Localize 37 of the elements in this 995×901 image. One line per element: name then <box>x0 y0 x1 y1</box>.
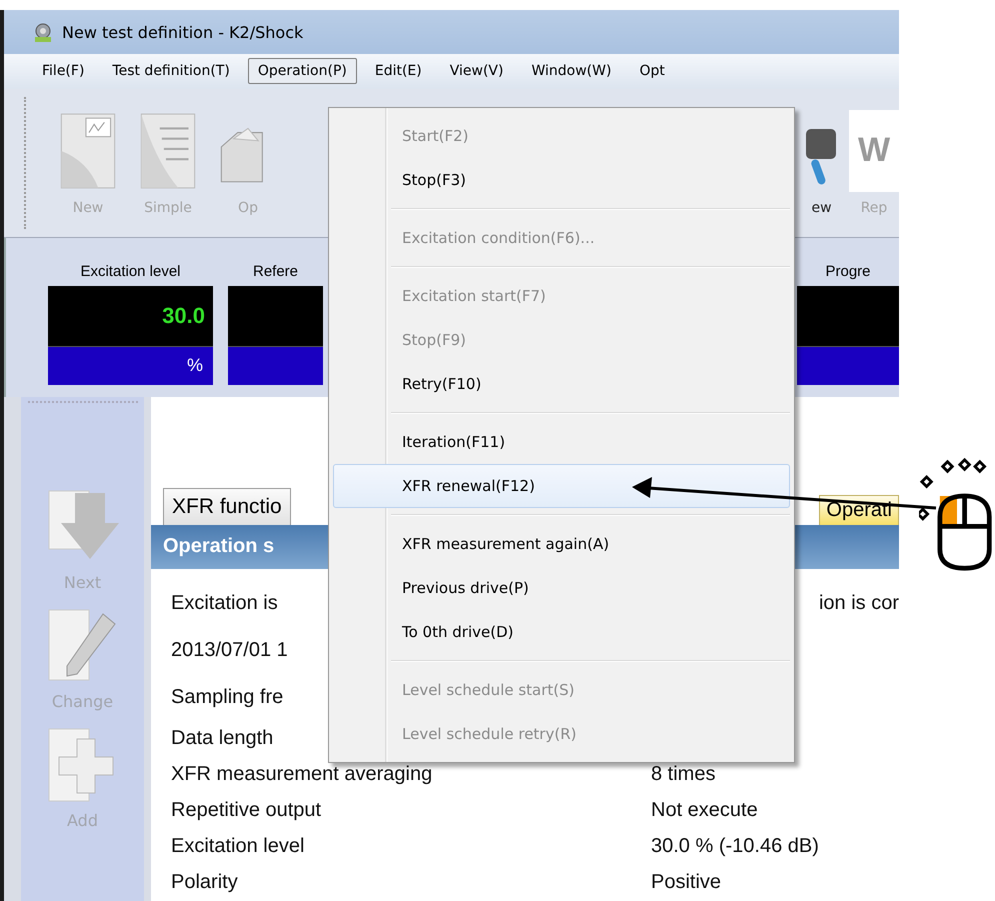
menu-item[interactable]: Opt <box>629 58 675 84</box>
gauge-unit-bar: % <box>48 346 213 385</box>
document-logo-icon: W <box>849 110 899 192</box>
tab[interactable]: XFR functio <box>163 488 291 525</box>
menu-option[interactable]: XFR measurement again(A) <box>333 522 790 566</box>
menu-item[interactable]: Edit(E) <box>364 58 432 84</box>
menu-option[interactable]: Retry(F10) <box>333 362 790 406</box>
detail-value: 30.0 % (-10.46 dB) <box>651 835 820 858</box>
detail-label: Excitation is <box>171 592 278 616</box>
menu-item[interactable]: View(V) <box>440 58 514 84</box>
menu-option[interactable]: Previous drive(P) <box>333 566 790 610</box>
detail-value: Positive <box>651 871 722 894</box>
gauge-label: Progre <box>824 262 872 282</box>
menu-option[interactable]: Iteration(F11) <box>333 420 790 464</box>
gauge-readout: 30.0 <box>48 286 213 346</box>
menu-item[interactable]: File(F) <box>32 58 94 84</box>
detail-label: Data length <box>171 727 274 750</box>
detail-value: 8 times <box>651 763 716 786</box>
toolbar-button[interactable]: ew <box>794 88 849 238</box>
detail-label: Sampling fre <box>171 686 284 709</box>
menu-item[interactable]: Test definition(T) <box>102 58 240 84</box>
gauge-label: Refere <box>252 262 300 282</box>
detail-label: 2013/07/01 1 <box>171 638 288 662</box>
menu-item[interactable]: Operation(P) <box>248 58 357 84</box>
gauge-label: Excitation level <box>79 262 182 282</box>
menu-option[interactable]: Stop(F3) <box>333 158 790 202</box>
detail-value: Not execute <box>651 799 759 822</box>
tab[interactable]: Operati <box>819 494 899 525</box>
menu-option[interactable]: XFR renewal(F12) <box>333 464 790 508</box>
window-title: New test definition - K2/Shock <box>62 22 304 42</box>
detail-value: ion is cor <box>818 592 899 616</box>
detail-label: XFR measurement averaging <box>171 763 432 786</box>
detail-label: Repetitive output <box>171 799 322 822</box>
menu-option[interactable]: To 0th drive(D) <box>333 610 790 654</box>
detail-label: Polarity <box>171 871 238 894</box>
detail-label: Excitation level <box>171 835 304 858</box>
menu-item[interactable]: Window(W) <box>521 58 622 84</box>
